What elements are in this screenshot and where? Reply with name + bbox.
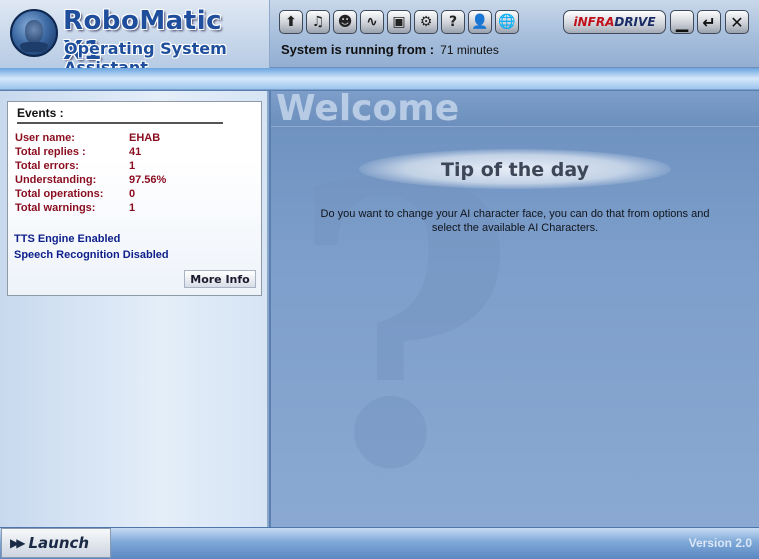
arrow-up-button[interactable]: ⬆ bbox=[279, 10, 303, 34]
tts-status: TTS Engine Enabled bbox=[14, 233, 121, 245]
stat-label-user-name: User name: bbox=[15, 132, 75, 144]
launch-label: Launch bbox=[28, 534, 90, 552]
stat-label-total-operations: Total operations: bbox=[15, 188, 104, 200]
stat-value-total-replies: 41 bbox=[129, 146, 142, 158]
stat-value-user-name: EHAB bbox=[129, 132, 161, 144]
tip-title: Tip of the day bbox=[441, 159, 589, 181]
stat-label-understanding: Understanding: bbox=[15, 174, 97, 186]
header-stripe bbox=[0, 68, 759, 90]
minimize-icon: ▁ bbox=[675, 12, 689, 32]
help-icon: ? bbox=[448, 14, 458, 30]
character-button[interactable]: ☻ bbox=[333, 10, 357, 34]
brand-prefix: iNFRA bbox=[573, 15, 615, 29]
robot-logo-icon bbox=[10, 9, 58, 57]
web-button[interactable]: 🌐 bbox=[495, 10, 519, 34]
arrow-up-icon: ⬆ bbox=[285, 14, 297, 30]
settings-button[interactable]: ⚙ bbox=[414, 10, 438, 34]
bottom-bar bbox=[0, 527, 759, 559]
status-label: System is running from : bbox=[281, 42, 435, 57]
version-label: Version 2.0 bbox=[688, 536, 752, 550]
stat-value-total-warnings: 1 bbox=[129, 202, 136, 214]
robot-head-icon: ☻ bbox=[337, 14, 353, 30]
window-button[interactable]: ▣ bbox=[387, 10, 411, 34]
toolbar: ⬆ ♫ ☻ ∿ ▣ ⚙ ? 👤 🌐 bbox=[279, 10, 519, 34]
logo-area: RoboMatic X1 Operating System Assistant bbox=[0, 0, 270, 77]
voice-button[interactable]: ∿ bbox=[360, 10, 384, 34]
status-line: System is running from : 71 minutes bbox=[281, 42, 499, 57]
restore-button[interactable]: ↵ bbox=[697, 10, 721, 34]
welcome-band: Welcome bbox=[271, 91, 759, 129]
events-panel: Events : User name: EHAB Total replies :… bbox=[7, 101, 262, 296]
stat-label-total-errors: Total errors: bbox=[15, 160, 79, 172]
music-note-icon: ♫ bbox=[311, 14, 325, 30]
stat-value-total-operations: 0 bbox=[129, 188, 136, 200]
minimize-button[interactable]: ▁ bbox=[670, 10, 694, 34]
left-panel: Events : User name: EHAB Total replies :… bbox=[0, 91, 269, 527]
return-arrow-icon: ↵ bbox=[702, 12, 716, 32]
more-info-button[interactable]: More Info bbox=[184, 270, 256, 288]
window-icon: ▣ bbox=[392, 14, 406, 30]
user-icon: 👤 bbox=[471, 14, 489, 30]
close-icon: ✕ bbox=[730, 12, 744, 32]
close-button[interactable]: ✕ bbox=[725, 10, 749, 34]
tip-text: Do you want to change your AI character … bbox=[320, 208, 710, 234]
brand-suffix: DRIVE bbox=[614, 15, 656, 29]
waveform-icon: ∿ bbox=[366, 14, 378, 30]
stat-label-total-replies: Total replies : bbox=[15, 146, 86, 158]
infradrive-button[interactable]: iNFRA DRIVE bbox=[563, 10, 666, 34]
user-button[interactable]: 👤 bbox=[468, 10, 492, 34]
gear-icon: ⚙ bbox=[419, 14, 433, 30]
fast-forward-icon: ▶▶ bbox=[10, 536, 26, 550]
stat-label-total-warnings: Total warnings: bbox=[15, 202, 96, 214]
question-mark-watermark-icon: ? bbox=[289, 97, 518, 527]
launch-button[interactable]: ▶▶ Launch bbox=[1, 528, 111, 558]
header-bar: RoboMatic X1 Operating System Assistant … bbox=[0, 0, 759, 77]
status-value: 71 minutes bbox=[440, 43, 499, 57]
stat-value-total-errors: 1 bbox=[129, 160, 136, 172]
speech-status: Speech Recognition Disabled bbox=[14, 249, 169, 261]
help-button[interactable]: ? bbox=[441, 10, 465, 34]
globe-icon: 🌐 bbox=[498, 14, 516, 30]
main-panel: ? Welcome Tip of the day Do you want to … bbox=[271, 91, 759, 527]
events-title: Events : bbox=[17, 106, 223, 124]
welcome-heading: Welcome bbox=[276, 91, 460, 129]
stat-value-understanding: 97.56% bbox=[129, 174, 167, 186]
music-button[interactable]: ♫ bbox=[306, 10, 330, 34]
